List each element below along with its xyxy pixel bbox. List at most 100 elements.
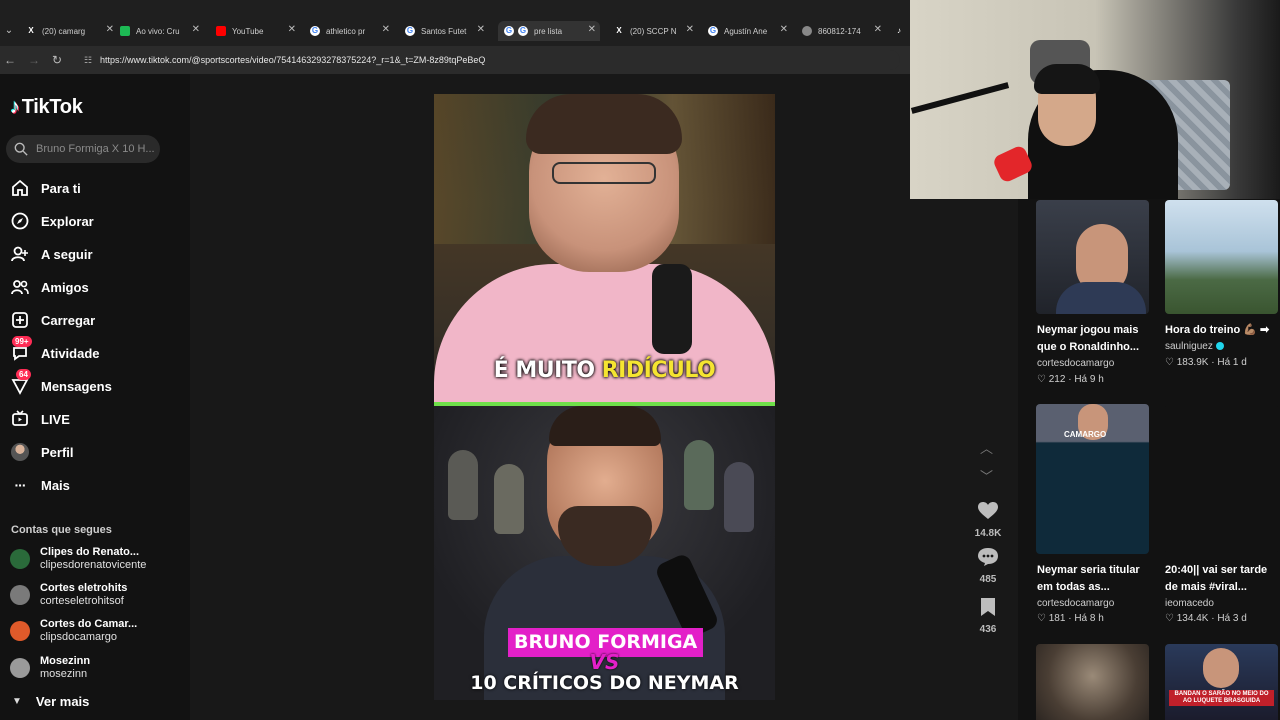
video-author[interactable]: ieomacedo [1165,598,1214,609]
following-icon [10,244,30,264]
globe-icon [802,26,812,36]
messages-badge: 64 [16,369,31,380]
back-icon[interactable]: ← [4,53,16,67]
close-tab-icon[interactable]: ✕ [192,24,200,35]
close-tab-icon[interactable]: ✕ [288,24,296,35]
nav-explorar[interactable]: Explorar [10,211,94,231]
video-thumbnail[interactable]: CAMARGO [1036,404,1149,554]
following-account[interactable]: Cortes eletrohits corteseletrohitsof [10,580,127,610]
search-input[interactable]: Bruno Formiga X 10 H... [6,135,160,163]
video-title[interactable]: em todas as... [1037,579,1110,595]
video-meta: ♡ 212 · Há 9 h [1037,374,1104,385]
video-player[interactable]: É MUITO RIDÍCULO BRUNO FORMIGA VS 10 CRÍ… [434,94,775,700]
site-info-icon[interactable]: ☷ [84,50,92,70]
close-tab-icon[interactable]: ✕ [382,24,390,35]
nav-mais[interactable]: ··· Mais [10,475,70,495]
nav-mensagens[interactable]: 64 Mensagens [10,369,112,396]
video-title[interactable]: que o Ronaldinho... [1037,339,1139,355]
following-account[interactable]: Cortes do Camar... clipsdocamargo [10,616,137,646]
comment-button[interactable]: 485 [966,548,1010,585]
google-icon: G [405,26,415,36]
browser-tab[interactable]: X (20) SCCP N ✕ [614,21,694,41]
video-title[interactable]: Hora do treino 💪🏽 ➡ [1165,322,1269,338]
video-thumbnail[interactable]: BANDAN O SARÃO NO MEIO DO AO LUQUETE BRA… [1165,644,1278,720]
heart-outline-icon: ♡ [1165,613,1174,624]
pink-shirt [434,264,775,405]
video-subtitle: 10 CRÍTICOS DO NEYMAR [470,672,739,694]
video-bottom-frame: BRUNO FORMIGA VS 10 CRÍTICOS DO NEYMAR [434,406,775,700]
close-tab-icon[interactable]: ✕ [477,24,485,35]
video-author[interactable]: cortesdocamargo [1037,358,1114,369]
thumbnail-overlay-text: BANDAN O SARÃO NO MEIO DO AO LUQUETE BRA… [1169,690,1274,706]
video-title[interactable]: 20:40|| vai ser tarde [1165,562,1267,578]
reload-icon[interactable]: ↻ [52,53,62,67]
nav-live[interactable]: LIVE [10,409,70,429]
verified-badge-icon [1215,342,1224,351]
browser-tab[interactable]: YouTube ✕ [216,21,296,41]
video-thumbnail[interactable] [1165,200,1278,314]
video-top-frame: É MUITO RIDÍCULO [434,94,775,405]
following-account[interactable]: Clipes do Renato... clipesdorenatovicente [10,544,146,574]
browser-tab[interactable]: Ao vivo: Cru ✕ [120,21,200,41]
next-video-icon[interactable]: ﹀ [980,466,993,485]
video-thumbnail[interactable] [1036,644,1149,720]
video-author[interactable]: cortesdocamargo [1037,598,1114,609]
video-title[interactable]: Neymar seria titular [1037,562,1140,578]
browser-tab[interactable]: G athletico pr ✕ [310,21,390,41]
browser-tab[interactable]: 860812-174 ✕ [802,21,882,41]
background-person [684,440,714,510]
bookmark-icon [981,598,995,616]
close-tab-icon[interactable]: ✕ [106,24,114,35]
close-tab-icon[interactable]: ✕ [780,24,788,35]
microphone [652,264,692,354]
close-tab-icon[interactable]: ✕ [686,24,694,35]
heart-icon [978,502,998,519]
browser-tab-bar: ⌄ X (20) camarg ✕ Ao vivo: Cru ✕ YouTube… [0,0,910,46]
avatar [10,621,30,641]
see-more-button[interactable]: ▼ Ver mais [12,694,89,709]
video-thumbnail[interactable] [1036,200,1149,314]
nav-atividade[interactable]: 99+ Atividade [10,336,100,363]
thumbnail-body [1056,282,1146,314]
previous-video-icon[interactable]: ︿ [980,438,993,457]
heart-outline-icon: ♡ [1165,357,1174,368]
glasses [552,162,656,184]
nav-a-seguir[interactable]: A seguir [10,244,93,264]
video-title[interactable]: Neymar jogou mais [1037,322,1138,338]
video-title[interactable]: de mais #viral... [1165,579,1247,595]
background-person [448,450,478,520]
tiktok-note-icon: ♪ [10,96,20,118]
tiktok-logo[interactable]: ♪ TikTok [10,96,83,119]
nav-carregar[interactable]: Carregar [10,310,95,330]
tiktok-sidebar: ♪ TikTok Bruno Formiga X 10 H... Para ti… [0,74,190,720]
close-tab-icon[interactable]: ✕ [588,24,596,35]
nav-para-ti[interactable]: Para ti [10,178,81,198]
youtube-icon [216,26,226,36]
save-button[interactable]: 436 [966,598,1010,635]
video-vs-label: VS [589,650,620,674]
x-logo-icon: X [28,26,34,35]
messages-icon: 64 [10,369,31,396]
avatar [10,585,30,605]
close-tab-icon[interactable]: ✕ [874,24,882,35]
like-button[interactable]: 14.8K [966,502,1010,539]
tab-search-dropdown-icon[interactable]: ⌄ [2,24,16,38]
video-thumbnail[interactable] [1165,404,1278,554]
browser-tab[interactable]: G Santos Futet ✕ [405,21,485,41]
heart-outline-icon: ♡ [1037,374,1046,385]
browser-tab[interactable]: X (20) camarg ✕ [26,21,114,41]
main-video-area: É MUITO RIDÍCULO BRUNO FORMIGA VS 10 CRÍ… [190,74,1018,720]
following-account[interactable]: Mosezinn mosezinn [10,653,90,683]
nav-amigos[interactable]: Amigos [10,277,89,297]
activity-badge: 99+ [12,336,32,347]
tiktok-tab[interactable]: ♪ [894,21,908,41]
forward-icon[interactable]: → [28,53,40,67]
url-field[interactable]: ☷ https://www.tiktok.com/@sportscortes/v… [80,50,900,70]
thumbnail-overlay-text: CAMARGO [1064,430,1107,439]
nav-perfil[interactable]: Perfil [10,442,74,462]
x-logo-icon: X [616,26,622,35]
video-author[interactable]: saulniguez [1165,341,1224,352]
avatar [10,658,30,678]
browser-tab-active[interactable]: G G pre lista ✕ [498,21,600,41]
browser-tab[interactable]: G Agustín Ane ✕ [708,21,788,41]
